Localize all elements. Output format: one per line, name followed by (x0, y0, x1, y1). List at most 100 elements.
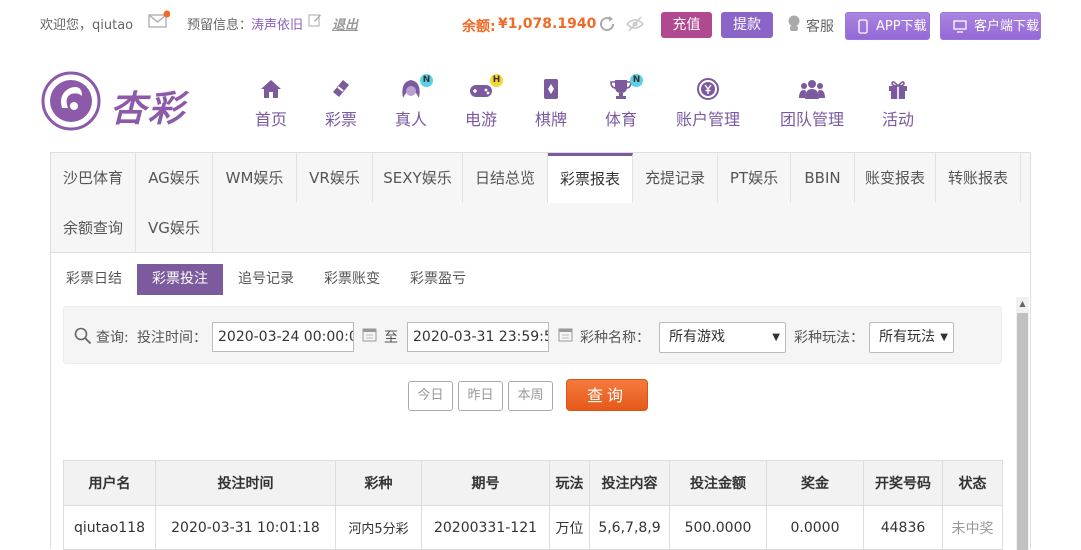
reserve-value: 涛声依旧 (251, 18, 304, 33)
nav-lottery[interactable]: 彩票 (324, 78, 358, 130)
this-week-button[interactable]: 本周 (508, 381, 553, 411)
table-row: qiutao118 2020-03-31 10:01:18 河内5分彩 2020… (63, 505, 1003, 550)
top-bar: 欢迎您，qiutao 预留信息： 涛声依旧 退出 余额: ¥1,078.1940… (0, 0, 1081, 46)
dealer-face-icon: N (394, 74, 433, 100)
search-icon (74, 327, 92, 349)
subtab-lottery-profit[interactable]: 彩票盈亏 (403, 264, 473, 295)
play-type-select[interactable]: 所有玩法 ▼ (869, 322, 954, 353)
tab-pt[interactable]: PT娱乐 (718, 153, 791, 203)
chevron-down-icon: ▼ (940, 332, 948, 343)
cell-content: 5,6,7,8,9 (589, 505, 670, 550)
vertical-scrollbar[interactable]: ▲ (1016, 297, 1029, 550)
welcome-text: 欢迎您，qiutao (40, 18, 134, 33)
monitor-icon (953, 20, 967, 33)
tab-sexy[interactable]: SEXY娱乐 (373, 153, 463, 203)
app-download-button[interactable]: APP下载 (845, 12, 930, 40)
scrollbar-thumb[interactable] (1017, 313, 1028, 550)
lottery-ticket-icon (324, 78, 358, 100)
cell-issue: 20200331-121 (421, 505, 550, 550)
balance-value: ¥1,078.1940 (498, 16, 597, 32)
logout-link[interactable]: 退出 (332, 14, 358, 33)
client-download-button[interactable]: 客户端下载 (940, 12, 1041, 40)
tab-daily-overview[interactable]: 日结总览 (463, 153, 548, 203)
query-label: 查询: (96, 330, 129, 346)
bets-table: 用户名 投注时间 彩种 期号 玩法 投注内容 投注金额 奖金 开奖号码 状态 q… (63, 460, 1003, 550)
search-button[interactable]: 查询 (566, 379, 648, 411)
game-name-select[interactable]: 所有游戏 ▼ (659, 322, 786, 353)
tab-balance-query[interactable]: 余额查询 (51, 203, 136, 253)
tab-lottery-report[interactable]: 彩票报表 (548, 153, 633, 203)
tab-ag[interactable]: AG娱乐 (136, 153, 213, 203)
refresh-icon[interactable] (598, 15, 616, 37)
col-status: 状态 (942, 460, 1003, 506)
col-bet-time: 投注时间 (155, 460, 336, 506)
subtab-lottery-daily[interactable]: 彩票日结 (61, 264, 127, 295)
col-lottery: 彩种 (335, 460, 422, 506)
cell-status: 未中奖 (942, 505, 1003, 550)
nav-slots[interactable]: H 电游 (464, 74, 503, 130)
tab-saba-sports[interactable]: 沙巴体育 (51, 153, 136, 203)
to-label: 至 (384, 330, 398, 346)
edit-icon[interactable] (308, 13, 322, 31)
balance-label: 余额: (462, 19, 496, 35)
report-tabs: 沙巴体育 AG娱乐 WM娱乐 VR娱乐 SEXY娱乐 日结总览 彩票报表 充提记… (51, 153, 1030, 253)
subtab-chase-records[interactable]: 追号记录 (231, 264, 301, 295)
bet-time-label: 投注时间： (137, 330, 207, 346)
recharge-button[interactable]: 充值 (661, 12, 712, 38)
trophy-icon: N (604, 74, 643, 100)
tab-vr[interactable]: VR娱乐 (297, 153, 373, 203)
reserve-label: 预留信息： (187, 18, 253, 33)
today-button[interactable]: 今日 (408, 381, 453, 411)
end-time-input[interactable] (407, 322, 549, 352)
nav-team[interactable]: 团队管理 (778, 78, 846, 130)
subtab-lottery-bets[interactable]: 彩票投注 (137, 264, 223, 295)
gamepad-icon: H (464, 74, 503, 100)
game-name-label: 彩种名称： (580, 330, 650, 346)
cell-username: qiutao118 (63, 505, 156, 550)
tab-vg[interactable]: VG娱乐 (136, 203, 213, 253)
withdraw-button[interactable]: 提款 (721, 12, 773, 38)
nav-sports[interactable]: N 体育 (604, 74, 643, 130)
tab-deposit-withdraw[interactable]: 充提记录 (633, 153, 718, 203)
report-panel: 沙巴体育 AG娱乐 WM娱乐 VR娱乐 SEXY娱乐 日结总览 彩票报表 充提记… (50, 152, 1031, 550)
cell-prize: 0.0000 (766, 505, 864, 550)
new-badge: N (630, 74, 643, 87)
hot-badge: H (490, 74, 503, 87)
cell-draw-number: 44836 (863, 505, 943, 550)
col-prize: 奖金 (766, 460, 864, 506)
play-type-label: 彩种玩法： (794, 330, 864, 346)
cell-bet-time: 2020-03-31 10:01:18 (155, 505, 336, 550)
col-username: 用户名 (63, 460, 156, 506)
nav-account[interactable]: 账户管理 (674, 78, 742, 130)
logo-text: 杏彩 (110, 89, 187, 130)
service-icon[interactable] (786, 14, 802, 36)
nav-chess-cards[interactable]: 棋牌 (534, 78, 568, 130)
tab-transfer-report[interactable]: 转账报表 (936, 153, 1021, 203)
service-link[interactable]: 客服 (806, 16, 834, 36)
mail-icon[interactable] (148, 10, 171, 34)
nav-promotions[interactable]: 活动 (881, 78, 915, 130)
new-badge: N (420, 74, 433, 87)
start-time-input[interactable] (212, 322, 354, 352)
team-icon (778, 78, 846, 100)
site-logo[interactable]: 杏彩 (40, 70, 200, 132)
nav-home[interactable]: 首页 (254, 78, 288, 130)
home-icon (254, 78, 288, 100)
cell-amount: 500.0000 (669, 505, 767, 550)
col-issue: 期号 (421, 460, 550, 506)
nav-live-casino[interactable]: N 真人 (394, 74, 433, 130)
tab-balance-change[interactable]: 账变报表 (855, 153, 936, 203)
scroll-up-icon[interactable]: ▲ (1016, 297, 1029, 311)
tab-wm[interactable]: WM娱乐 (213, 153, 297, 203)
subtab-lottery-transactions[interactable]: 彩票账变 (317, 264, 387, 295)
cell-lottery: 河内5分彩 (335, 505, 422, 550)
tab-bbin[interactable]: BBIN (791, 153, 855, 203)
yen-coin-icon (674, 78, 742, 100)
col-draw-number: 开奖号码 (863, 460, 943, 506)
chevron-down-icon: ▼ (772, 332, 780, 343)
calendar-icon[interactable] (558, 327, 573, 346)
yesterday-button[interactable]: 昨日 (458, 381, 503, 411)
hide-eye-icon[interactable] (625, 15, 645, 37)
filter-bar: 查询: 投注时间： 至 彩种名称： 所有游戏 ▼ 彩种玩法： 所有玩法 ▼ (63, 306, 1002, 364)
calendar-icon[interactable] (362, 327, 377, 346)
